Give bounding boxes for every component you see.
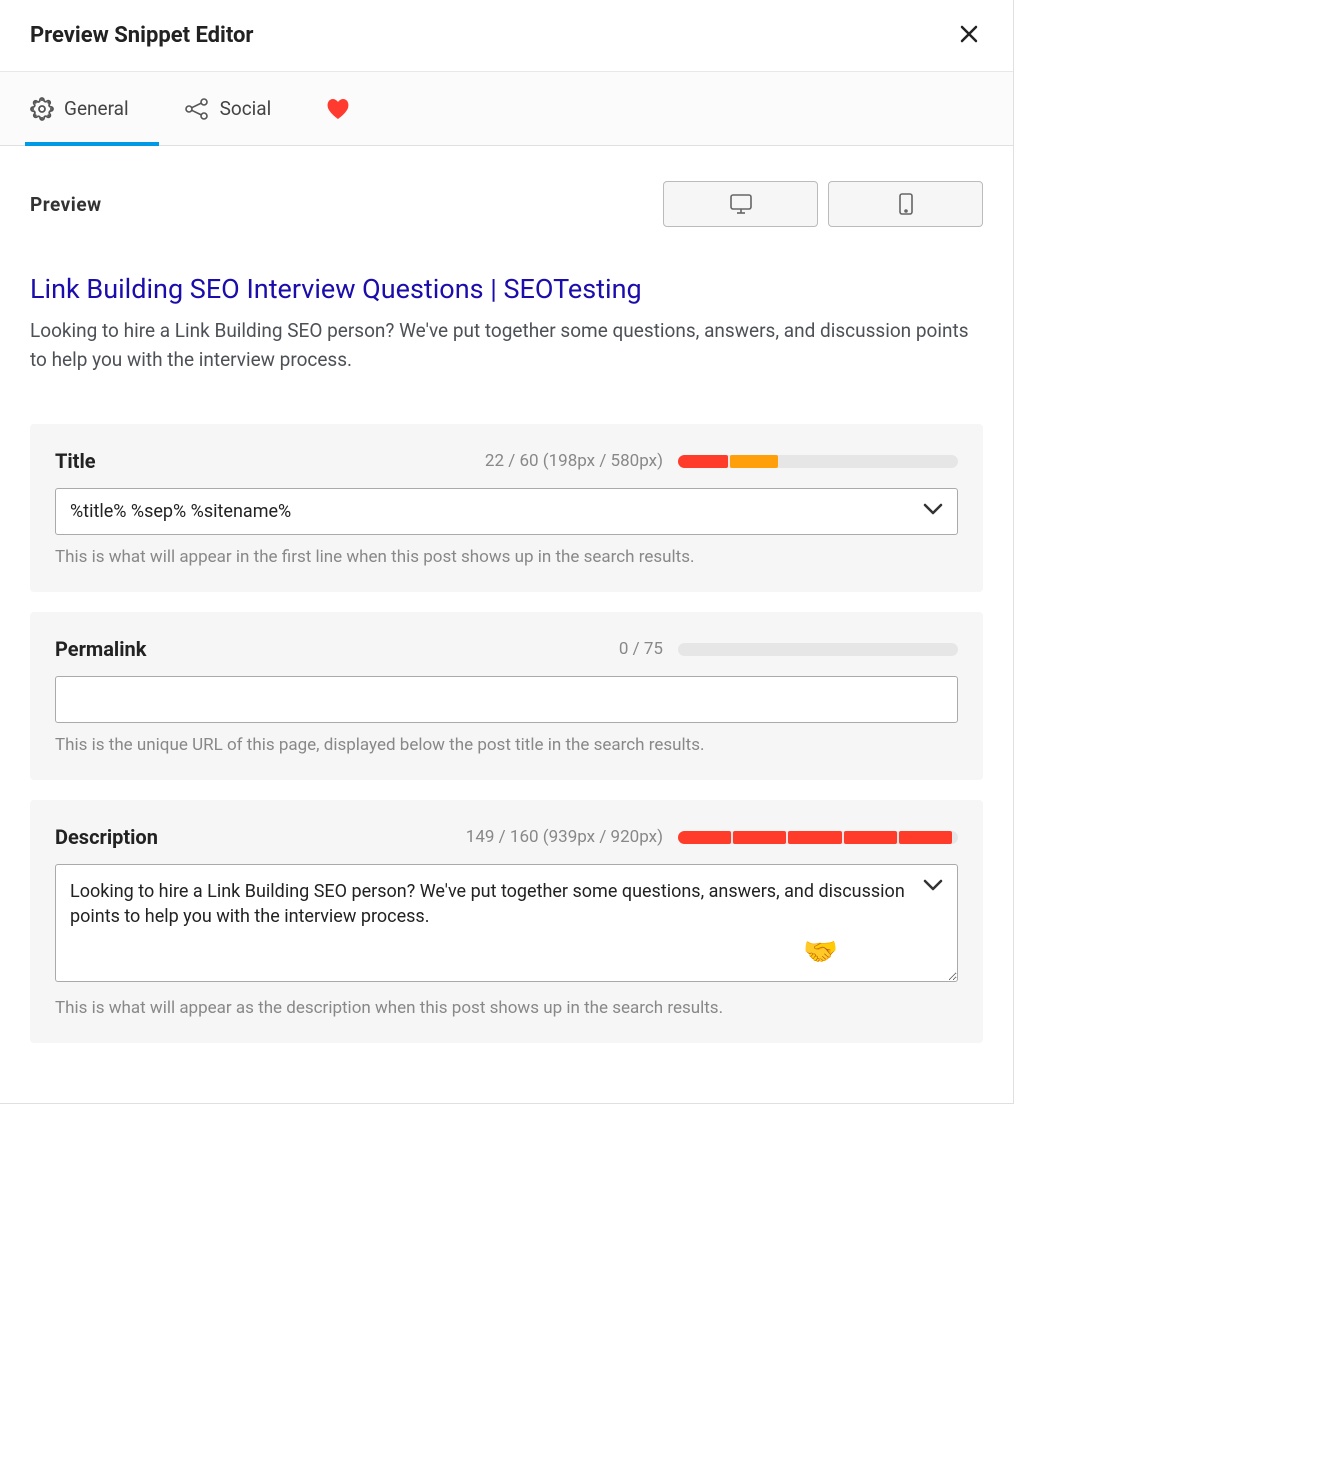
title-input-wrap (55, 488, 958, 535)
description-field-header: Description 149 / 160 (939px / 920px) (55, 825, 958, 849)
permalink-input[interactable] (55, 676, 958, 723)
mobile-icon (899, 193, 913, 215)
progress-segment (844, 831, 897, 844)
progress-segment (730, 455, 778, 468)
progress-segment (899, 831, 952, 844)
preview-label: Preview (30, 193, 102, 216)
tabs-bar: General Social (0, 72, 1013, 146)
preview-header: Preview (30, 181, 983, 227)
permalink-field-card: Permalink 0 / 75 This is the unique URL … (30, 612, 983, 780)
permalink-help: This is the unique URL of this page, dis… (55, 735, 958, 755)
permalink-field-header: Permalink 0 / 75 (55, 637, 958, 661)
modal-header: Preview Snippet Editor (0, 0, 1013, 72)
description-progress (678, 831, 958, 844)
desktop-view-button[interactable] (663, 181, 818, 227)
permalink-input-wrap (55, 676, 958, 723)
title-label: Title (55, 449, 96, 473)
tab-social-label: Social (220, 97, 272, 120)
permalink-label: Permalink (55, 637, 146, 661)
permalink-counter: 0 / 75 (619, 639, 663, 659)
share-icon (184, 97, 210, 121)
progress-segment (733, 831, 786, 844)
device-toggle (663, 181, 983, 227)
title-help: This is what will appear in the first li… (55, 547, 958, 567)
heart-icon (326, 98, 350, 120)
tab-social[interactable]: Social (184, 72, 282, 145)
desktop-icon (729, 193, 753, 215)
mobile-view-button[interactable] (828, 181, 983, 227)
description-help: This is what will appear as the descript… (55, 998, 958, 1018)
close-button[interactable] (955, 20, 983, 51)
progress-segment (788, 831, 841, 844)
tab-general[interactable]: General (30, 72, 139, 145)
gear-icon (30, 97, 54, 121)
description-field-card: Description 149 / 160 (939px / 920px) 🤝 (30, 800, 983, 1043)
title-field-card: Title 22 / 60 (198px / 580px) This is wh… (30, 424, 983, 592)
title-progress (678, 455, 958, 468)
snippet-description: Looking to hire a Link Building SEO pers… (30, 317, 983, 374)
close-icon (959, 24, 979, 44)
description-counter: 149 / 160 (939px / 920px) (466, 827, 663, 847)
progress-segment (678, 831, 731, 844)
tab-favorite[interactable] (326, 72, 360, 145)
title-field-header: Title 22 / 60 (198px / 580px) (55, 449, 958, 473)
snippet-editor-modal: Preview Snippet Editor General Social (0, 0, 1014, 1104)
snippet-preview: Link Building SEO Interview Questions | … (30, 272, 983, 374)
modal-title: Preview Snippet Editor (30, 23, 254, 48)
progress-segment (678, 455, 728, 468)
snippet-title: Link Building SEO Interview Questions | … (30, 272, 983, 307)
description-label: Description (55, 825, 158, 849)
title-input[interactable] (55, 488, 958, 535)
description-input[interactable] (55, 864, 958, 982)
title-counter: 22 / 60 (198px / 580px) (485, 451, 663, 471)
description-input-wrap: 🤝 (55, 864, 958, 986)
permalink-progress (678, 643, 958, 656)
modal-content: Preview Link Building SE (0, 146, 1013, 1103)
tab-general-label: General (64, 97, 129, 120)
